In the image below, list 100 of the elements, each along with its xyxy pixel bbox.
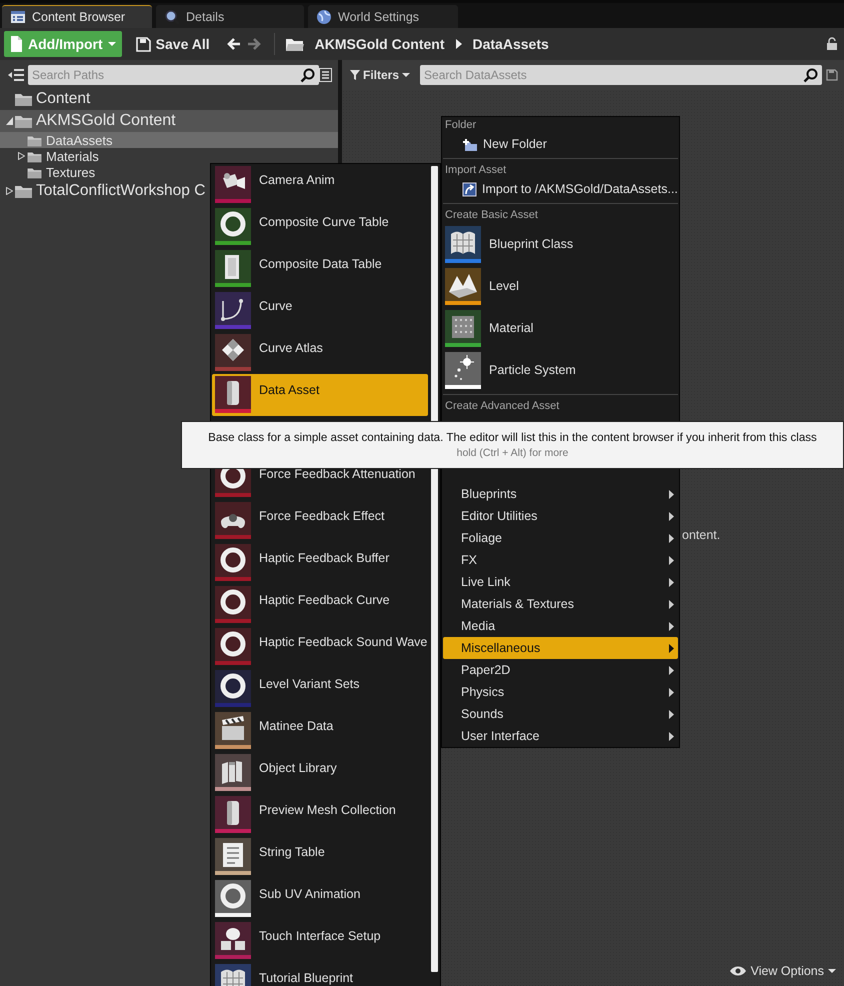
menu-item[interactable]: Level (442, 265, 679, 307)
search-icon (803, 68, 818, 82)
search-field[interactable]: Search DataAssets (420, 65, 822, 85)
menu-item[interactable]: Sub UV Animation (212, 878, 428, 920)
menu-item[interactable]: Preview Mesh Collection (212, 794, 428, 836)
clapperboard-icon (215, 712, 251, 745)
ring-icon (215, 880, 251, 913)
folder-icon (14, 183, 33, 199)
checker-icon (215, 334, 251, 367)
submenu-arrow-icon (669, 666, 674, 674)
menu-item[interactable]: Haptic Feedback Buffer (212, 542, 428, 584)
submenu-item[interactable]: Media (443, 615, 678, 637)
breadcrumb-link[interactable]: AKMSGold Content (312, 31, 448, 57)
submenu-arrow-icon (669, 578, 674, 586)
tooltip-text: Base class for a simple asset containing data. The editor will list this in the content browser if you inherit from this class (208, 431, 817, 444)
filters-button[interactable]: Filters (348, 66, 412, 84)
ring-icon (215, 544, 251, 577)
menu-item[interactable]: Haptic Feedback Sound Wave (212, 626, 428, 668)
menu-item[interactable]: Composite Curve Table (212, 206, 428, 248)
menu-item[interactable]: Import to /AKMSGold/DataAssets... (442, 178, 679, 200)
terrain-icon (445, 268, 481, 300)
menu-item[interactable]: Object Library (212, 752, 428, 794)
submenu-item[interactable]: Sounds (443, 703, 678, 725)
document-icon (215, 250, 251, 283)
section-heading: Create Advanced Asset (444, 399, 560, 414)
submenu-item[interactable]: FX (443, 549, 678, 571)
folder-icon (26, 150, 43, 162)
menu-item[interactable]: Material (442, 307, 679, 349)
menu-item[interactable]: Haptic Feedback Curve (212, 584, 428, 626)
submenu-arrow-icon (669, 534, 674, 542)
submenu-item[interactable]: Live Link (443, 571, 678, 593)
lock-icon (826, 37, 838, 51)
document-icon (10, 36, 23, 52)
menu-item[interactable]: Curve Atlas (212, 332, 428, 374)
folder-icon (284, 36, 304, 52)
view-options-button[interactable]: View Options (726, 962, 838, 980)
tab[interactable]: World Settings (308, 5, 458, 28)
caret-icon (402, 73, 410, 77)
search-icon (300, 68, 315, 82)
submenu-item[interactable]: Paper2D (443, 659, 678, 681)
submenu-arrow-icon (669, 490, 674, 498)
camera-icon (215, 166, 251, 199)
ring-icon (215, 628, 251, 661)
section-heading: Create Basic Asset (444, 208, 539, 223)
submenu-item[interactable]: User Interface (443, 725, 678, 747)
gamepad-icon (215, 502, 251, 535)
left-arrow-icon (226, 37, 241, 51)
menu-item[interactable]: Particle System (442, 349, 679, 391)
tree-item[interactable]: AKMSGold Content (0, 110, 338, 132)
submenu-arrow-icon (669, 600, 674, 608)
caret-icon (108, 42, 116, 46)
tree-item[interactable]: TotalConflictWorkshop C (0, 180, 206, 202)
submenu-arrow-icon (669, 710, 674, 718)
menu-item[interactable]: Curve (212, 290, 428, 332)
menu-item[interactable]: Data Asset (212, 374, 428, 416)
submenu-arrow-icon (669, 732, 674, 740)
menu-item[interactable]: Composite Data Table (212, 248, 428, 290)
menu-item[interactable]: Camera Anim (212, 164, 428, 206)
caret-icon (828, 969, 836, 973)
tree-item[interactable]: Textures (0, 164, 96, 180)
submenu-item[interactable]: Physics (443, 681, 678, 703)
ring-icon (215, 586, 251, 619)
blueprint-sheet-icon (445, 226, 481, 258)
breadcrumb-link[interactable]: DataAssets (470, 31, 552, 57)
empty-folder-hint: ontent. (682, 528, 720, 542)
menu-item[interactable]: Blueprint Class (442, 223, 679, 265)
window-grid-icon (10, 9, 26, 25)
tab[interactable]: Details (156, 5, 304, 28)
submenu-arrow-icon (669, 622, 674, 630)
submenu-item[interactable]: Materials & Textures (443, 593, 678, 615)
menu-item[interactable]: Matinee Data (212, 710, 428, 752)
submenu-arrow-icon (669, 512, 674, 520)
menu-item[interactable]: New Folder (442, 133, 679, 155)
section-heading: Folder (444, 118, 478, 133)
save-icon (826, 69, 838, 81)
save-all-button[interactable]: Save All (132, 31, 214, 57)
list-options-icon (319, 68, 332, 82)
menu-item[interactable]: String Table (212, 836, 428, 878)
tree-item[interactable]: Materials (0, 148, 99, 164)
import-arrow-icon (462, 182, 477, 196)
folder-icon (26, 134, 43, 146)
search-field[interactable]: Search Paths (28, 65, 319, 85)
collapse-tree-icon (8, 68, 24, 82)
menu-item[interactable]: Tutorial Blueprint (212, 962, 428, 986)
tree-item[interactable]: DataAssets (0, 132, 338, 148)
tab[interactable]: Content Browser (2, 5, 152, 28)
menu-item[interactable]: Level Variant Sets (212, 668, 428, 710)
tooltip-hint: hold (Ctrl + Alt) for more (456, 447, 568, 459)
menu-item[interactable]: Force Feedback Effect (212, 500, 428, 542)
submenu-item[interactable]: Foliage (443, 527, 678, 549)
folder-icon (26, 166, 43, 178)
submenu-arrow-icon (669, 688, 674, 696)
right-arrow-icon (246, 37, 262, 51)
submenu-item[interactable]: Blueprints (443, 483, 678, 505)
section-heading: Import Asset (444, 163, 508, 178)
submenu-item[interactable]: Miscellaneous (443, 637, 678, 659)
magnifier-icon (164, 8, 180, 24)
submenu-item[interactable]: Editor Utilities (443, 505, 678, 527)
tree-item[interactable]: Content (0, 88, 90, 110)
menu-item[interactable]: Touch Interface Setup (212, 920, 428, 962)
